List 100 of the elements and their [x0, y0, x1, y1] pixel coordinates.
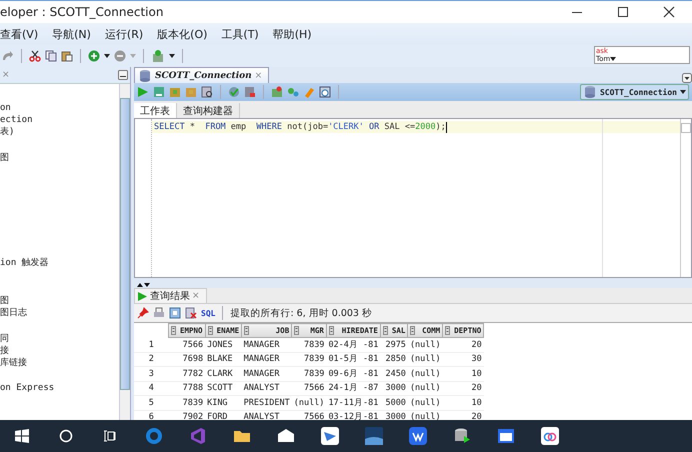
maximize-icon[interactable]	[617, 6, 629, 18]
table-cell: SCOTT	[205, 381, 242, 396]
split-arrows-icon[interactable]	[136, 282, 150, 288]
delete-icon[interactable]	[185, 307, 197, 319]
windows-icon[interactable]	[15, 429, 29, 443]
menu-item[interactable]: 帮助(H)	[272, 26, 312, 42]
browser-icon[interactable]	[145, 427, 163, 445]
ide-icon[interactable]	[189, 427, 207, 445]
task-view-icon[interactable]	[103, 429, 117, 443]
tree-item[interactable]: ion 触发器	[0, 257, 119, 269]
sort-icon[interactable]	[328, 326, 334, 335]
table-cell: 7839	[292, 366, 326, 381]
check-icon[interactable]	[228, 86, 240, 98]
table-cell: 10	[442, 366, 484, 381]
caret-icon[interactable]	[169, 54, 175, 58]
add-icon[interactable]	[88, 50, 100, 62]
clear-icon[interactable]	[244, 86, 256, 98]
table-cell: 20	[442, 381, 484, 396]
tree-item[interactable]: 接	[0, 345, 119, 357]
sql-link[interactable]: SQL	[201, 308, 216, 318]
scrollbar-box[interactable]	[681, 123, 691, 133]
table-cell: 24-1月 -87	[326, 381, 380, 396]
worksheet-tab[interactable]: 工作表	[134, 103, 177, 118]
tree-item[interactable]: 图	[0, 295, 119, 307]
table-cell: 17-11月-81	[326, 396, 380, 410]
sort-icon[interactable]	[445, 326, 450, 335]
cut-icon[interactable]	[29, 50, 41, 62]
table-cell: 5000	[380, 396, 408, 410]
sort-icon[interactable]	[410, 326, 416, 335]
table-cell: PRESIDENT	[242, 396, 292, 410]
table-cell: (null)	[408, 352, 443, 366]
table-cell: 20	[442, 338, 484, 352]
table-cell: 2850	[380, 352, 408, 366]
sort-icon[interactable]	[294, 326, 300, 335]
table-cell: 7782	[168, 366, 206, 381]
window-title: eloper : SCOTT_Connection	[0, 5, 164, 19]
paste-icon[interactable]	[61, 50, 73, 62]
connection-icon[interactable]	[138, 68, 152, 82]
table-cell: JONES	[205, 338, 242, 352]
table-cell: KING	[205, 396, 242, 410]
table-cell: (null)	[408, 381, 443, 396]
scrollbar-thumb[interactable]	[120, 98, 130, 390]
table-cell: 7566	[168, 338, 206, 352]
caret-icon[interactable]	[680, 90, 686, 94]
tree-item[interactable]: ection	[0, 114, 119, 126]
table-cell: MANAGER	[242, 366, 292, 381]
table-cell: 2975	[380, 338, 408, 352]
pin-icon[interactable]	[137, 307, 149, 319]
sort-icon[interactable]	[171, 326, 176, 335]
table-cell: 10	[442, 396, 484, 410]
tree-item[interactable]: on	[0, 102, 119, 114]
print-icon[interactable]	[153, 307, 165, 319]
sort-icon[interactable]	[244, 326, 250, 335]
table-cell: 3000	[380, 381, 408, 396]
table-cell: CLARK	[205, 366, 242, 381]
menu-item[interactable]: 查看(V)	[0, 26, 38, 42]
caret-icon[interactable]	[104, 54, 110, 58]
table-cell: (null)	[408, 338, 443, 352]
tree-item[interactable]: on Express	[0, 382, 119, 394]
window-app-icon[interactable]	[497, 427, 515, 445]
table-cell: 7788	[168, 381, 206, 396]
copy-icon[interactable]	[45, 50, 57, 62]
row-number: 3	[134, 366, 168, 381]
table-cell: 7839	[292, 352, 326, 366]
table-cell: MANAGER	[242, 352, 292, 366]
menu-item[interactable]: 工具(T)	[221, 26, 259, 42]
export-icon[interactable]	[169, 307, 181, 319]
menu-item[interactable]: 运行(R)	[104, 26, 144, 42]
caret-icon[interactable]	[610, 57, 616, 61]
table-cell: 09-6月 -81	[326, 366, 380, 381]
menu-item[interactable]: 版本化(O)	[157, 26, 208, 42]
results-tab[interactable]: 查询结果 ×	[134, 288, 207, 303]
tree-item[interactable]: 库链接	[0, 357, 119, 369]
table-cell: 02-4月 -81	[326, 338, 380, 352]
circle-icon[interactable]	[59, 429, 73, 443]
sort-icon[interactable]	[208, 326, 213, 335]
dropdown-icon[interactable]	[682, 73, 692, 83]
tree-item[interactable]: 图	[0, 152, 119, 164]
connection-select[interactable]: SCOTT_Connection	[580, 84, 689, 100]
table-cell: MANAGER	[242, 338, 292, 352]
office-icon[interactable]	[409, 427, 427, 445]
table-cell: 7698	[168, 352, 206, 366]
menu-item[interactable]: 导航(N)	[52, 26, 91, 42]
table-cell: 7839	[292, 338, 326, 352]
database-app-icon[interactable]	[453, 427, 471, 445]
tree-item[interactable]: 表)	[0, 126, 119, 138]
row-number: 4	[134, 381, 168, 396]
tree-item[interactable]: 图日志	[0, 307, 119, 319]
row-number: 1	[134, 338, 168, 352]
minimize-icon[interactable]	[118, 70, 128, 80]
close-icon[interactable]	[663, 6, 675, 18]
row-number: 2	[134, 352, 168, 366]
fetch-status: 提取的所有行: 6, 用时 0.003 秒	[230, 306, 372, 320]
table-cell: ANALYST	[242, 381, 292, 396]
tree-item[interactable]: 同	[0, 333, 119, 345]
sort-icon[interactable]	[382, 326, 388, 335]
table-cell: 30	[442, 352, 484, 366]
editor-tab[interactable]: SCOTT_Connection ×	[134, 67, 270, 83]
table-cell: 2450	[380, 366, 408, 381]
table-cell: 7566	[292, 381, 326, 396]
